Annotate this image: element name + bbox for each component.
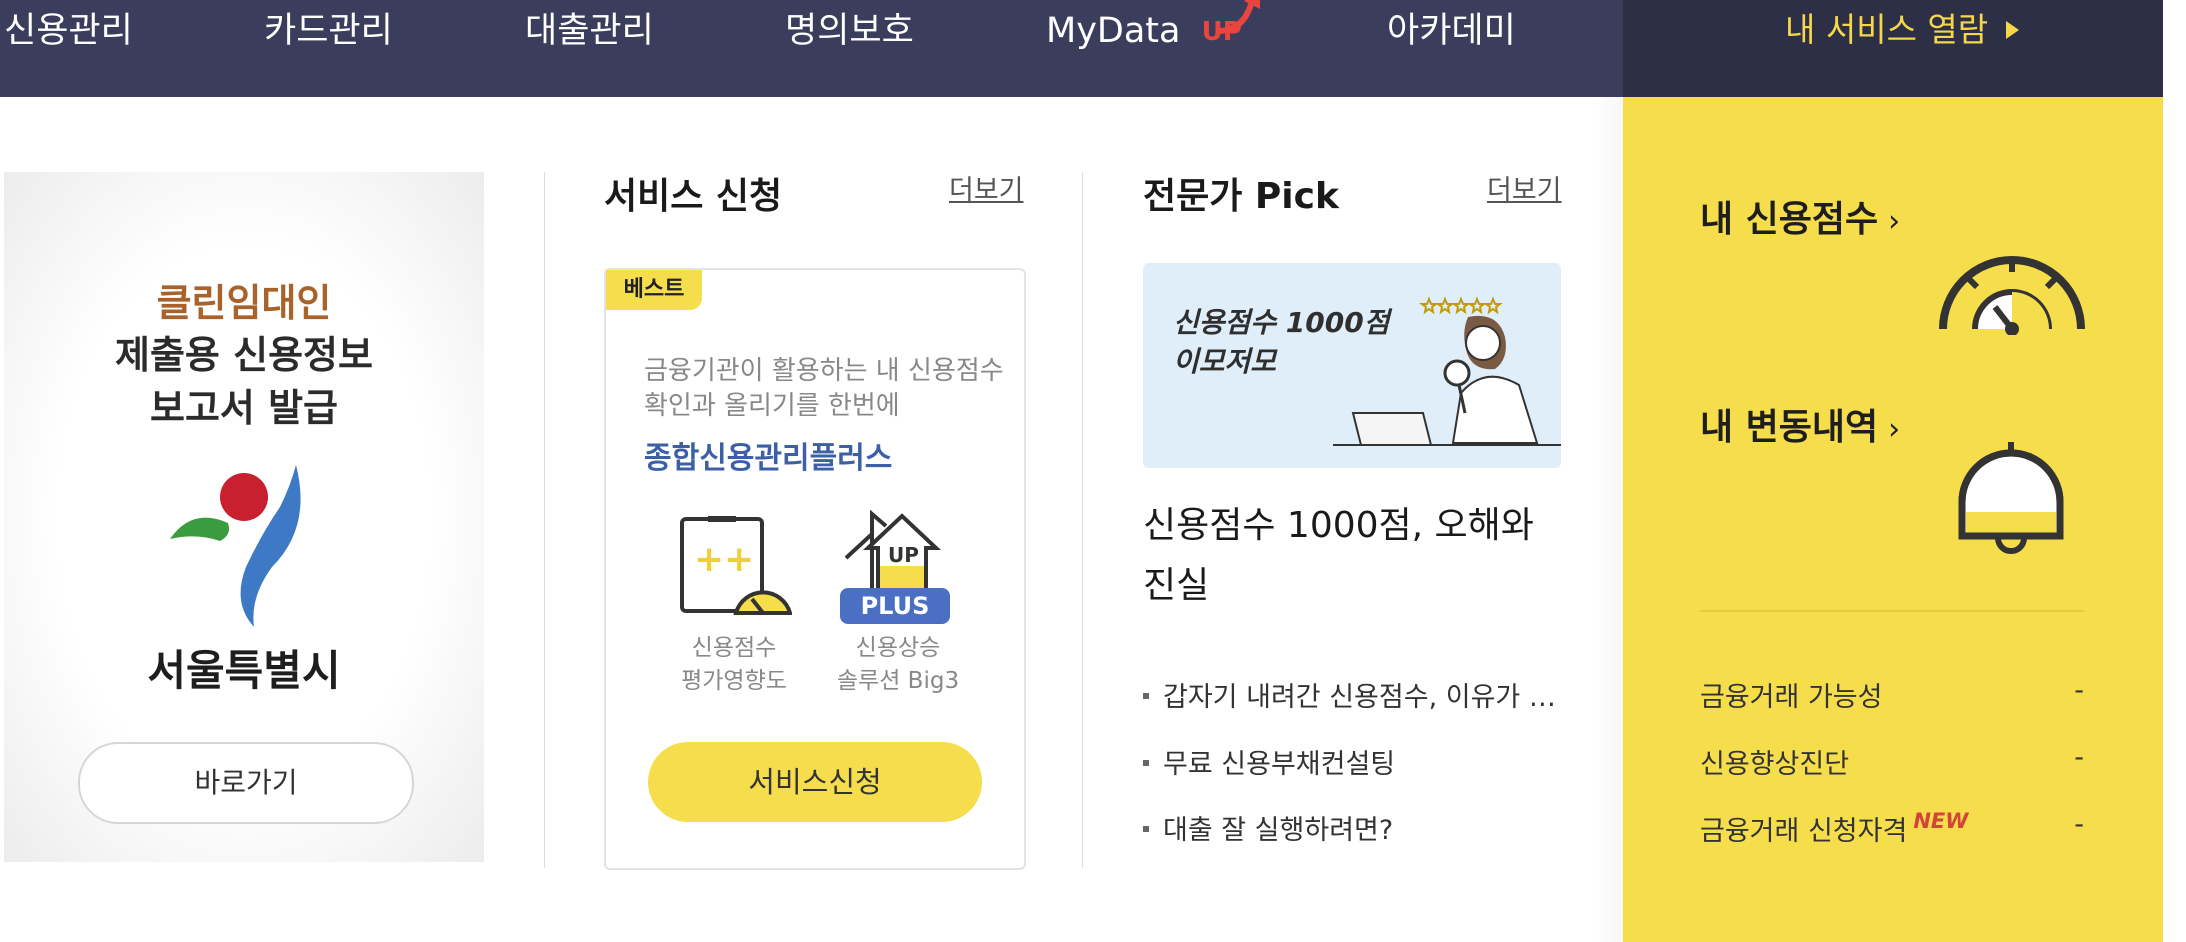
banner-highlight: 클린임대인 [156,281,332,325]
panel-row-financial-possibility[interactable]: 금융거래 가능성 - [1700,675,2084,714]
product-name: 종합신용관리플러스 [644,441,893,476]
svg-text:++: ++ [694,539,754,580]
my-services-label: 내 서비스 열람 [1785,10,1989,49]
chevron-right-icon: › [1888,204,1901,239]
panel-row-label: 금융거래 신청자격 [1700,816,1908,847]
icon-label-line: 평가영향도 [681,668,787,694]
icon-label-line: 신용상승 [855,635,941,661]
panel-row-credit-diagnosis[interactable]: 신용향상진단 - [1700,742,2084,781]
nav-item-loan[interactable]: 대출관리 [525,0,654,65]
bell-icon[interactable] [1956,438,2066,558]
nav-item-academy[interactable]: 아카데미 [1387,0,1516,65]
credit-up-plus-icon: UP PLUS [840,509,950,624]
score-impact-icon: ++ [680,516,792,615]
column-divider [1082,172,1083,868]
expert-more-link[interactable]: 더보기 [1487,168,1562,207]
panel-row-label: 신용향상진단 [1700,749,1850,780]
article-list-item[interactable]: 대출 잘 실행하려면? [1143,808,1393,847]
article-list-label: 갑자기 내려간 신용점수, 이유가 … [1163,682,1556,713]
article-thumbnail[interactable]: 신용점수 1000점 이모저모 [1143,263,1561,468]
best-badge: 베스트 [606,270,702,310]
my-changes-label: 내 변동내역 [1700,407,1879,448]
panel-divider [1700,610,2084,612]
banner-title-line: 보고서 발급 [149,386,339,430]
panel-row-value: - [2074,742,2084,773]
thumbnail-title-line: 이모저모 [1173,345,1277,378]
icon-label-line: 신용점수 [691,635,777,661]
my-services-toggle[interactable]: 내 서비스 열람 [1785,0,2020,62]
my-changes-link[interactable]: 내 변동내역 › [1700,398,1900,450]
triangle-right-icon [2006,20,2020,39]
my-credit-score-link[interactable]: 내 신용점수 › [1700,190,1900,242]
service-more-link[interactable]: 더보기 [949,168,1024,207]
article-headline[interactable]: 신용점수 1000점, 오해와 진실 [1143,496,1573,616]
nav-item-mydata-label: MyData [1046,11,1181,51]
column-divider [544,172,545,868]
bullet-icon [1143,692,1149,699]
plus-text: PLUS [861,592,930,620]
up-text: UP [888,543,919,567]
icon-label: 신용점수 평가영향도 [654,632,814,698]
panel-shadow [1590,97,1623,942]
nav-item-card[interactable]: 카드관리 [264,0,393,65]
service-description: 확인과 올리기를 한번에 [644,391,900,421]
nav-item-identity-protection[interactable]: 명의보호 [785,0,914,65]
bullet-icon [1143,825,1149,832]
panel-row-label: 금융거래 가능성 [1700,682,1883,713]
chevron-right-icon: › [1888,412,1901,447]
panel-row-value: - [2074,809,2084,840]
icon-label: 신용상승 솔루션 Big3 [818,632,978,698]
seoul-logo-icon [170,465,301,627]
article-list-item[interactable]: 무료 신용부채컨설팅 [1143,742,1395,781]
gauge-icon[interactable] [1937,245,2087,335]
person-magnifier-illustration [1333,296,1561,446]
up-badge: UP [1202,0,1260,63]
panel-row-value: - [2074,675,2084,706]
article-list-item[interactable]: 갑자기 내려간 신용점수, 이유가 … [1143,675,1556,714]
new-badge: NEW [1913,809,1969,833]
article-list-label: 대출 잘 실행하려면? [1163,815,1394,846]
my-credit-score-label: 내 신용점수 [1700,199,1879,240]
banner-city: 서울특별시 [147,646,341,695]
icon-label-line: 솔루션 Big3 [836,668,960,694]
bullet-icon [1143,759,1149,766]
banner-title-line: 제출용 신용정보 [115,333,373,377]
article-list-label: 무료 신용부채컨설팅 [1163,749,1396,780]
service-card[interactable]: 베스트 금융기관이 활용하는 내 신용점수 확인과 올리기를 한번에 종합신용관… [604,268,1026,870]
service-title: 서비스 신청 [604,176,783,217]
seoul-banner[interactable]: 클린임대인 제출용 신용정보 보고서 발급 서울특별시 바로가기 [4,172,484,862]
page-edge [2163,0,2186,942]
nav-item-mydata[interactable]: MyData UP [1046,0,1260,65]
panel-row-application-eligibility[interactable]: 금융거래 신청자격 NEW - [1700,809,2084,848]
up-arrow-icon [1217,0,1260,34]
apply-service-button[interactable]: 서비스신청 [648,742,982,822]
nav-item-credit[interactable]: 신용관리 [4,0,133,65]
service-description: 금융기관이 활용하는 내 신용점수 [644,356,1004,386]
expert-pick-title: 전문가 Pick [1143,176,1339,217]
go-button[interactable]: 바로가기 [78,742,414,824]
